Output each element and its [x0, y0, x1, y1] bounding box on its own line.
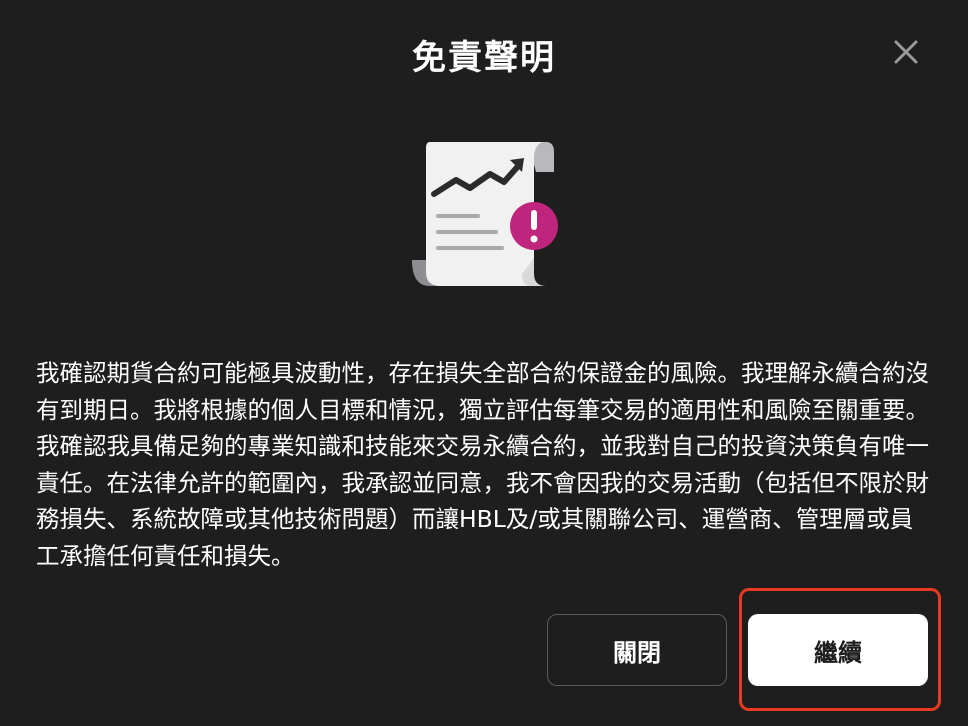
disclaimer-text: 我確認期貨合約可能極具波動性，存在損失全部合約保證金的風險。我理解永續合約沒有到…	[36, 359, 929, 570]
close-icon	[894, 40, 918, 64]
disclaimer-dialog: 免責聲明 我確認期貨合約可能極具波動性，存在損失全部合約保證金的風險。我理解永續…	[0, 0, 968, 726]
document-chart-warning-icon	[412, 142, 558, 286]
close-dialog-button[interactable]: 關閉	[547, 614, 727, 686]
continue-button[interactable]: 繼續	[748, 614, 928, 686]
close-button[interactable]	[884, 30, 928, 74]
dialog-title: 免責聲明	[412, 38, 556, 78]
